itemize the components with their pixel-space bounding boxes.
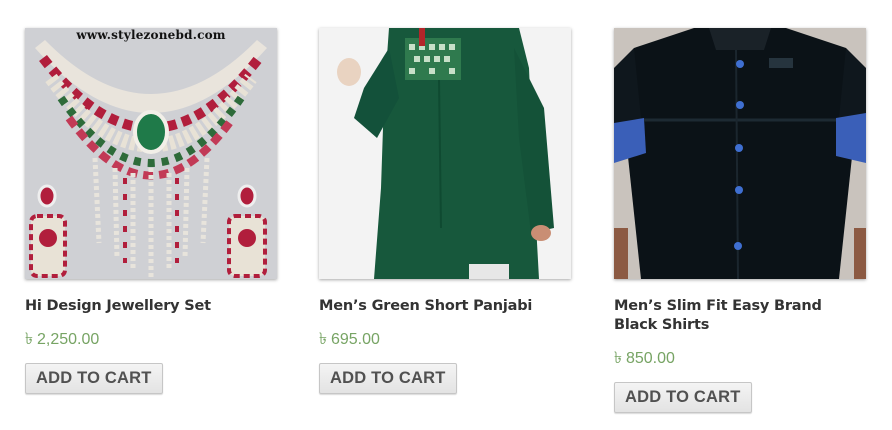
product-title[interactable]: Men’s Slim Fit Easy Brand Black Shirts [614, 297, 866, 335]
currency-symbol: ৳ [614, 350, 622, 367]
product-card: www.stylezonebd.com Hi Design Jewellery … [25, 28, 277, 394]
black-shirt-image [614, 28, 866, 279]
product-image-panjabi[interactable] [319, 28, 571, 279]
product-card: Men’s Green Short Panjabi ৳ 695.00 ADD TO… [319, 28, 571, 394]
product-image-jewellery[interactable]: www.stylezonebd.com [25, 28, 277, 279]
add-to-cart-button[interactable]: ADD TO CART [614, 382, 752, 413]
product-card: Men’s Slim Fit Easy Brand Black Shirts ৳… [614, 28, 866, 413]
product-grid: www.stylezonebd.com Hi Design Jewellery … [0, 0, 892, 430]
add-to-cart-button[interactable]: ADD TO CART [319, 363, 457, 394]
jewellery-image [25, 28, 277, 279]
price-amount: 850.00 [625, 350, 675, 367]
currency-symbol: ৳ [319, 331, 327, 348]
product-title[interactable]: Men’s Green Short Panjabi [319, 297, 571, 316]
product-price: ৳ 695.00 [319, 326, 571, 353]
currency-symbol: ৳ [25, 331, 33, 348]
image-watermark: www.stylezonebd.com [76, 28, 226, 42]
product-title[interactable]: Hi Design Jewellery Set [25, 297, 277, 316]
product-price: ৳ 850.00 [614, 345, 866, 372]
price-amount: 695.00 [330, 331, 380, 348]
add-to-cart-button[interactable]: ADD TO CART [25, 363, 163, 394]
green-panjabi-image [319, 28, 571, 279]
product-price: ৳ 2,250.00 [25, 326, 277, 353]
price-amount: 2,250.00 [36, 331, 100, 348]
product-image-black-shirt[interactable] [614, 28, 866, 279]
